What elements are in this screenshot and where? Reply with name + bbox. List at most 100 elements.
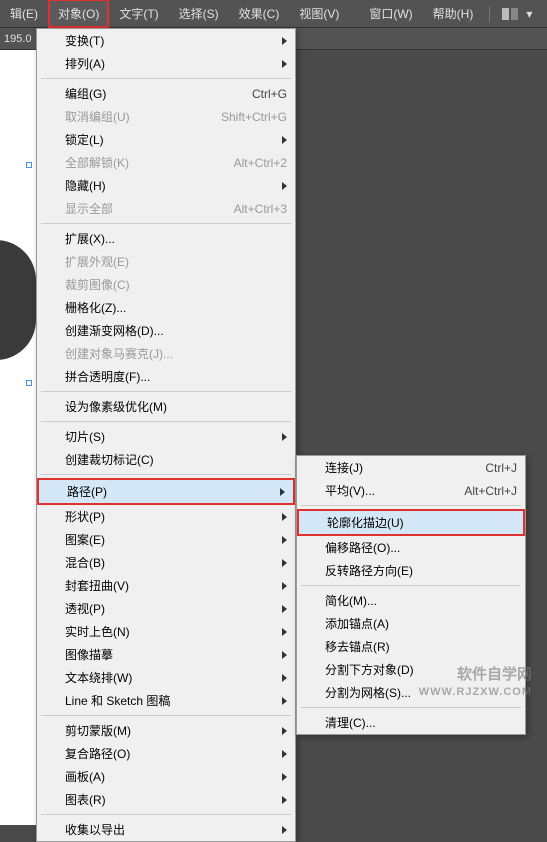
submenu-arrow-icon bbox=[282, 826, 287, 834]
menu-label: 编组(G) bbox=[65, 85, 232, 102]
menu-item-8[interactable]: 添加锚点(A) bbox=[297, 612, 525, 635]
selection-handle[interactable] bbox=[26, 162, 32, 168]
menu-label: 创建对象马赛克(J)... bbox=[65, 345, 287, 362]
menu-item-32[interactable]: Line 和 Sketch 图稿 bbox=[37, 689, 295, 712]
menu-window[interactable]: 窗口(W) bbox=[359, 0, 422, 28]
menu-item-13[interactable]: 清理(C)... bbox=[297, 711, 525, 734]
submenu-arrow-icon bbox=[282, 750, 287, 758]
submenu-arrow-icon bbox=[282, 513, 287, 521]
canvas[interactable] bbox=[0, 50, 36, 825]
selection-handle[interactable] bbox=[26, 380, 32, 386]
menu-item-11: 扩展外观(E) bbox=[37, 250, 295, 273]
menu-item-25[interactable]: 图案(E) bbox=[37, 528, 295, 551]
menu-text[interactable]: 文字(T) bbox=[109, 0, 168, 28]
menu-item-11[interactable]: 分割为网格(S)... bbox=[297, 681, 525, 704]
menu-item-24[interactable]: 形状(P) bbox=[37, 505, 295, 528]
menu-item-5[interactable]: 锁定(L) bbox=[37, 128, 295, 151]
menu-label: 实时上色(N) bbox=[65, 623, 282, 640]
menu-label: 设为像素级优化(M) bbox=[65, 398, 287, 415]
menu-item-6: 全部解锁(K)Alt+Ctrl+2 bbox=[37, 151, 295, 174]
menu-help[interactable]: 帮助(H) bbox=[423, 0, 484, 28]
menu-item-10[interactable]: 分割下方对象(D) bbox=[297, 658, 525, 681]
menu-label: 剪切蒙版(M) bbox=[65, 722, 282, 739]
menu-label: 路径(P) bbox=[67, 483, 280, 500]
menu-item-0[interactable]: 连接(J) Ctrl+J bbox=[297, 456, 525, 479]
menu-label: 创建裁切标记(C) bbox=[65, 451, 287, 468]
menu-item-7[interactable]: 简化(M)... bbox=[297, 589, 525, 612]
layout-icon[interactable] bbox=[500, 4, 520, 24]
menu-item-10[interactable]: 扩展(X)... bbox=[37, 227, 295, 250]
menu-item-39[interactable]: 收集以导出 bbox=[37, 818, 295, 841]
menu-effect[interactable]: 效果(C) bbox=[229, 0, 290, 28]
menu-separator bbox=[301, 707, 521, 708]
menu-separator bbox=[41, 814, 291, 815]
menu-item-34[interactable]: 剪切蒙版(M) bbox=[37, 719, 295, 742]
menu-item-9[interactable]: 移去锚点(R) bbox=[297, 635, 525, 658]
submenu-arrow-icon bbox=[282, 536, 287, 544]
menu-separator bbox=[301, 585, 521, 586]
menu-label: 复合路径(O) bbox=[65, 745, 282, 762]
menu-item-1[interactable]: 平均(V)...Alt+Ctrl+J bbox=[297, 479, 525, 502]
menu-label: Line 和 Sketch 图稿 bbox=[65, 692, 282, 709]
submenu-arrow-icon bbox=[282, 60, 287, 68]
menu-item-18[interactable]: 设为像素级优化(M) bbox=[37, 395, 295, 418]
menu-label: 隐藏(H) bbox=[65, 177, 282, 194]
menu-label: 移去锚点(R) bbox=[325, 638, 517, 655]
menu-item-3[interactable]: 编组(G)Ctrl+G bbox=[37, 82, 295, 105]
menu-separator bbox=[41, 715, 291, 716]
menu-label: 图表(R) bbox=[65, 791, 282, 808]
menu-item-3[interactable]: 轮廓化描边(U) bbox=[297, 509, 525, 536]
menu-label: 拼合透明度(F)... bbox=[65, 368, 287, 385]
menu-label: 取消编组(U) bbox=[65, 108, 201, 125]
menu-label: 分割下方对象(D) bbox=[325, 661, 517, 678]
menu-item-12: 裁剪图像(C) bbox=[37, 273, 295, 296]
toolbar-value: 195.0 bbox=[4, 33, 32, 45]
menu-item-5[interactable]: 反转路径方向(E) bbox=[297, 559, 525, 582]
menu-item-31[interactable]: 文本绕排(W) bbox=[37, 666, 295, 689]
submenu-arrow-icon bbox=[282, 37, 287, 45]
menu-label: 扩展外观(E) bbox=[65, 253, 287, 270]
menu-separator bbox=[41, 223, 291, 224]
submenu-arrow-icon bbox=[282, 582, 287, 590]
dropdown-arrow-icon[interactable]: ▾ bbox=[524, 1, 534, 27]
menu-item-27[interactable]: 封套扭曲(V) bbox=[37, 574, 295, 597]
menu-item-37[interactable]: 图表(R) bbox=[37, 788, 295, 811]
submenu-arrow-icon bbox=[282, 559, 287, 567]
menu-label: 图案(E) bbox=[65, 531, 282, 548]
menu-item-20[interactable]: 切片(S) bbox=[37, 425, 295, 448]
menu-label: 混合(B) bbox=[65, 554, 282, 571]
menu-item-35[interactable]: 复合路径(O) bbox=[37, 742, 295, 765]
menu-label: 收集以导出 bbox=[65, 821, 282, 838]
menu-item-16[interactable]: 拼合透明度(F)... bbox=[37, 365, 295, 388]
menu-item-7[interactable]: 隐藏(H) bbox=[37, 174, 295, 197]
menu-item-36[interactable]: 画板(A) bbox=[37, 765, 295, 788]
menu-item-0[interactable]: 变换(T) bbox=[37, 29, 295, 52]
menu-label: 轮廓化描边(U) bbox=[327, 514, 515, 531]
menu-shortcut: Ctrl+J bbox=[485, 461, 517, 475]
menu-label: 扩展(X)... bbox=[65, 230, 287, 247]
menu-item-30[interactable]: 图像描摹 bbox=[37, 643, 295, 666]
menu-separator bbox=[41, 78, 291, 79]
menu-label: 连接(J) bbox=[325, 459, 465, 476]
menu-item-23[interactable]: 路径(P) bbox=[37, 478, 295, 505]
menu-item-4[interactable]: 偏移路径(O)... bbox=[297, 536, 525, 559]
menu-label: 分割为网格(S)... bbox=[325, 684, 517, 701]
menu-view[interactable]: 视图(V) bbox=[289, 0, 349, 28]
menu-item-21[interactable]: 创建裁切标记(C) bbox=[37, 448, 295, 471]
submenu-arrow-icon bbox=[282, 182, 287, 190]
menu-select[interactable]: 选择(S) bbox=[169, 0, 229, 28]
menu-item-14[interactable]: 创建渐变网格(D)... bbox=[37, 319, 295, 342]
menu-item-13[interactable]: 栅格化(Z)... bbox=[37, 296, 295, 319]
menu-edit[interactable]: 辑(E) bbox=[0, 0, 48, 28]
menu-item-1[interactable]: 排列(A) bbox=[37, 52, 295, 75]
menu-item-26[interactable]: 混合(B) bbox=[37, 551, 295, 574]
menu-shortcut: Alt+Ctrl+3 bbox=[234, 202, 287, 216]
menu-item-28[interactable]: 透视(P) bbox=[37, 597, 295, 620]
object-menu-dropdown: 变换(T)排列(A)编组(G)Ctrl+G取消编组(U)Shift+Ctrl+G… bbox=[36, 28, 296, 842]
menu-object[interactable]: 对象(O) bbox=[48, 0, 109, 28]
menu-label: 画板(A) bbox=[65, 768, 282, 785]
menu-label: 反转路径方向(E) bbox=[325, 562, 517, 579]
menu-separator bbox=[41, 474, 291, 475]
menu-label: 简化(M)... bbox=[325, 592, 517, 609]
menu-item-29[interactable]: 实时上色(N) bbox=[37, 620, 295, 643]
